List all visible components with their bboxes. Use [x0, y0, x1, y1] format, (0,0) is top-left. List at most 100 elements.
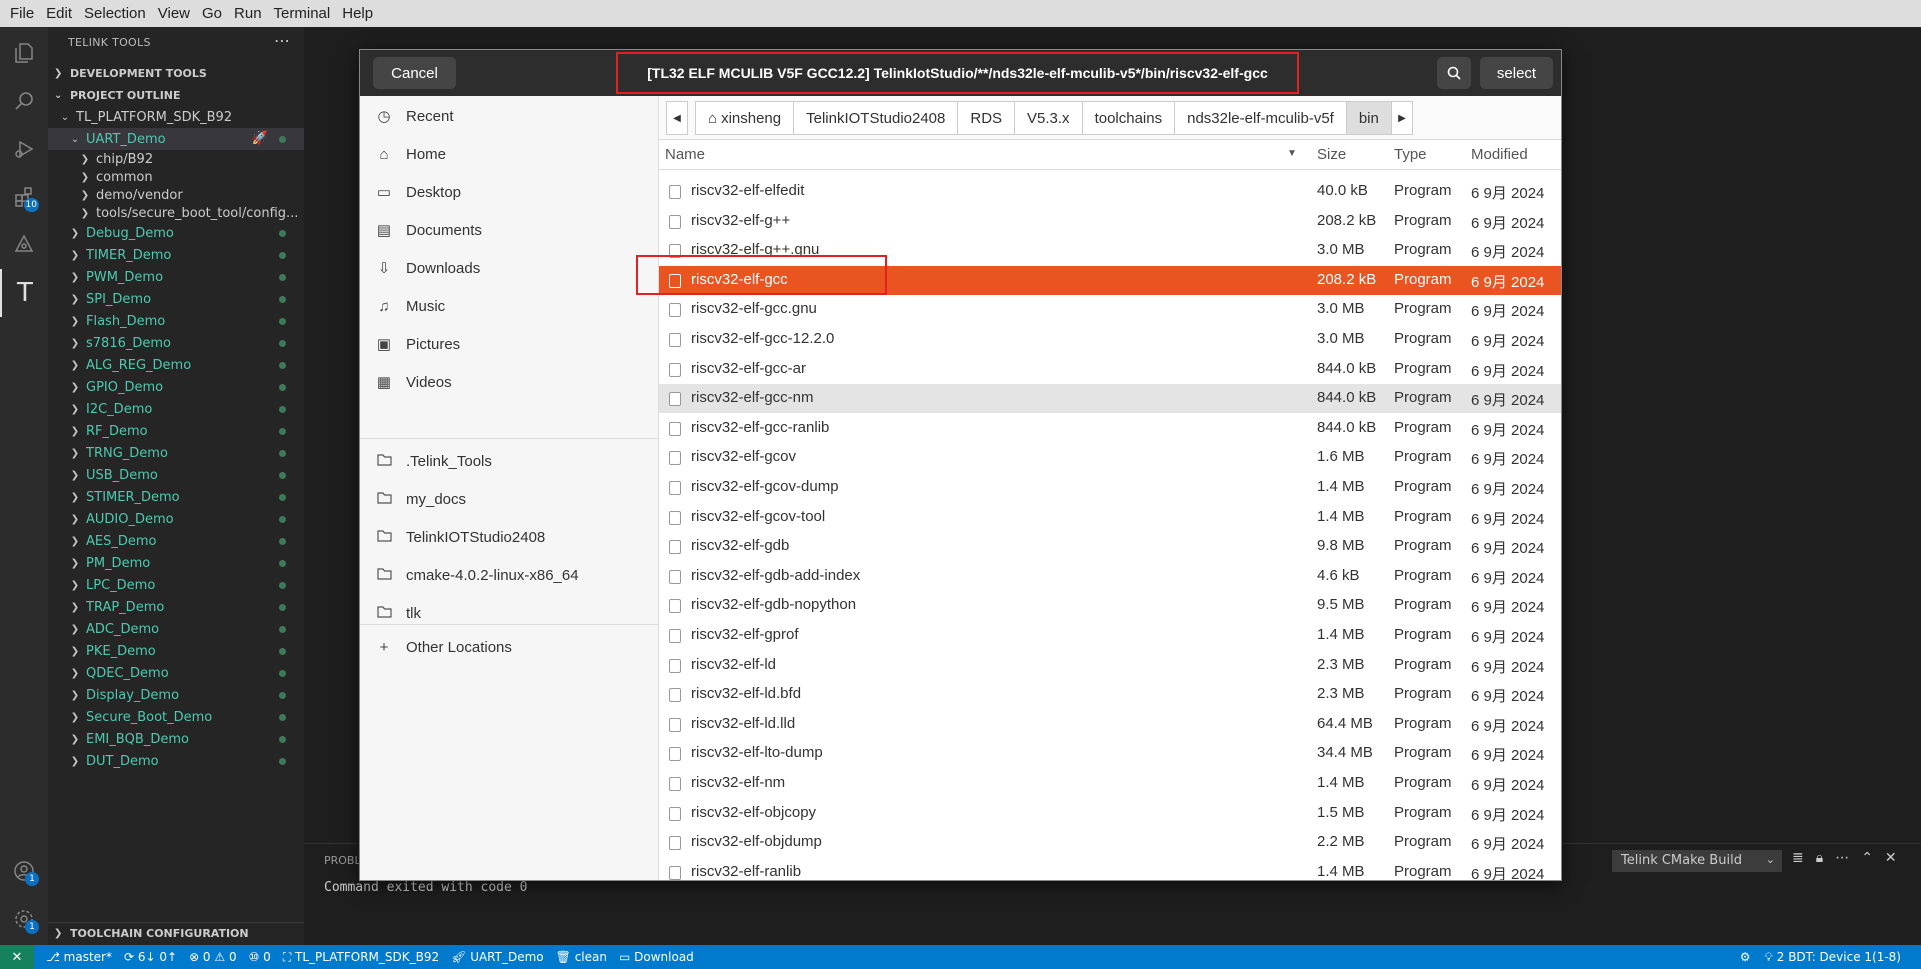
tree-item-demo[interactable]: ❯ QDEC_Demo — [48, 662, 304, 684]
section-development-tools[interactable]: ❯ DEVELOPMENT TOOLS — [48, 62, 304, 84]
file-row[interactable]: riscv32-elf-gcov 1.6 MB Program 6 9月 2024 — [659, 443, 1561, 472]
file-row[interactable]: riscv32-elf-gcc-ar 844.0 kB Program 6 9月 20… — [659, 355, 1561, 384]
file-row[interactable]: riscv32-elf-gcc.gnu 3.0 MB Program 6 9月 202… — [659, 295, 1561, 324]
tree-item-demo[interactable]: ❯ RF_Demo — [48, 420, 304, 442]
file-row[interactable]: riscv32-elf-gdb-add-index 4.6 kB Program 6 … — [659, 562, 1561, 591]
lock-icon[interactable]: 🔒︎ — [1816, 850, 1823, 866]
task-select[interactable]: Telink CMake Build ⌄ — [1612, 850, 1782, 872]
cancel-button[interactable]: Cancel — [373, 57, 456, 89]
place-downloads[interactable]: ⇩ Downloads — [360, 249, 659, 287]
remote-icon[interactable]: ✕ — [0, 945, 34, 969]
breadcrumb-item[interactable]: toolchains — [1083, 102, 1176, 134]
gear-icon[interactable]: 1 — [0, 895, 48, 943]
bookmark-item[interactable]: my_docs — [360, 480, 659, 518]
file-row[interactable]: riscv32-elf-nm 1.4 MB Program 6 9月 2024 — [659, 769, 1561, 798]
file-row[interactable]: riscv32-elf-elfedit 40.0 kB Program 6 9月 20… — [659, 177, 1561, 206]
telink-icon[interactable]: T — [0, 269, 48, 317]
bookmark-item[interactable]: .Telink_Tools — [360, 442, 659, 480]
section-toolchain-configuration[interactable]: ❯ TOOLCHAIN CONFIGURATION — [48, 922, 304, 944]
files-icon[interactable] — [0, 29, 48, 77]
tree-item-demo[interactable]: ❯ ADC_Demo — [48, 618, 304, 640]
section-project-outline[interactable]: ⌄ PROJECT OUTLINE — [48, 84, 304, 106]
tree-item-folder[interactable]: ❯ common — [48, 168, 304, 186]
tree-item-demo[interactable]: ❯ s7816_Demo — [48, 332, 304, 354]
bookmark-item[interactable]: TelinkIOTStudio2408 — [360, 518, 659, 556]
place-videos[interactable]: ▦ Videos — [360, 363, 659, 401]
rocket-icon[interactable]: 🚀 — [252, 131, 268, 146]
broadcast-icon[interactable]: ⚙ — [1740, 950, 1751, 964]
column-name[interactable]: Name — [665, 146, 705, 163]
select-button[interactable]: select — [1480, 57, 1553, 89]
breadcrumb-item[interactable]: bin — [1346, 102, 1391, 134]
file-row[interactable]: riscv32-elf-ld 2.3 MB Program 6 9月 2024 — [659, 651, 1561, 680]
place-other-locations[interactable]: + Other Locations — [360, 628, 659, 666]
file-row[interactable]: riscv32-elf-objcopy 1.5 MB Program 6 9月 202… — [659, 799, 1561, 828]
tree-item-demo[interactable]: ❯ PM_Demo — [48, 552, 304, 574]
tree-item-demo[interactable]: ❯ Debug_Demo — [48, 222, 304, 244]
search-icon[interactable] — [0, 77, 48, 125]
tree-item-demo[interactable]: ❯ PKE_Demo — [48, 640, 304, 662]
file-row[interactable]: riscv32-elf-ranlib 1.4 MB Program 6 9月 2024 — [659, 858, 1561, 880]
breadcrumb-item[interactable]: nds32le-elf-mculib-v5f — [1175, 102, 1347, 134]
run-debug-icon[interactable] — [0, 125, 48, 173]
more-actions-icon[interactable]: ⋯ — [1835, 850, 1849, 866]
place-music[interactable]: ♫ Music — [360, 287, 659, 325]
search-button[interactable] — [1437, 57, 1471, 89]
file-row[interactable]: riscv32-elf-gcov-dump 1.4 MB Program 6 9月 2… — [659, 473, 1561, 502]
tree-item-sdk[interactable]: ⌄ TL_PLATFORM_SDK_B92 — [48, 106, 304, 128]
status-problems[interactable]: ⊗ 0 ⚠ 0 — [189, 950, 237, 964]
extensions-icon[interactable]: 10 — [0, 173, 48, 221]
close-icon[interactable]: ✕ — [1885, 850, 1897, 866]
breadcrumb-item[interactable]: ⌂ xinsheng — [696, 102, 795, 134]
clear-output-icon[interactable]: ≣ — [1792, 850, 1804, 866]
place-documents[interactable]: ▤ Documents — [360, 211, 659, 249]
tree-item-demo[interactable]: ❯ PWM_Demo — [48, 266, 304, 288]
maximize-panel-icon[interactable]: ⌃ — [1861, 850, 1873, 866]
tree-item-demo[interactable]: ❯ AUDIO_Demo — [48, 508, 304, 530]
file-row[interactable]: riscv32-elf-gcc-nm 844.0 kB Program 6 9月 20… — [659, 384, 1561, 414]
file-row[interactable]: riscv32-elf-ld.lld 64.4 MB Program 6 9月 202… — [659, 710, 1561, 739]
menu-terminal[interactable]: Terminal — [268, 5, 337, 22]
column-modified[interactable]: Modified — [1471, 146, 1528, 163]
file-row[interactable]: riscv32-elf-objdump 2.2 MB Program 6 9月 202… — [659, 828, 1561, 857]
status-download[interactable]: ▭ Download — [619, 950, 694, 964]
tree-item-folder[interactable]: ❯ chip/B92 — [48, 150, 304, 168]
tree-item-demo[interactable]: ❯ EMI_BQB_Demo — [48, 728, 304, 750]
tree-item-demo[interactable]: ❯ SPI_Demo — [48, 288, 304, 310]
tree-item-demo[interactable]: ❯ TIMER_Demo — [48, 244, 304, 266]
file-row[interactable]: riscv32-elf-lto-dump 34.4 MB Program 6 9月 2… — [659, 739, 1561, 768]
status-project[interactable]: ⛶ TL_PLATFORM_SDK_B92 — [283, 950, 439, 965]
tree-item-demo[interactable]: ❯ I2C_Demo — [48, 398, 304, 420]
menu-run[interactable]: Run — [228, 5, 268, 22]
forward-arrow-icon[interactable]: ▶ — [1391, 101, 1413, 135]
file-row[interactable]: riscv32-elf-gdb 9.8 MB Program 6 9月 2024 — [659, 532, 1561, 561]
tree-item-demo[interactable]: ❯ AES_Demo — [48, 530, 304, 552]
tree-item-demo[interactable]: ❯ USB_Demo — [48, 464, 304, 486]
source-control-icon[interactable] — [0, 221, 48, 269]
menu-edit[interactable]: Edit — [40, 5, 78, 22]
bookmark-item[interactable]: tlk — [360, 594, 659, 632]
place-home[interactable]: ⌂ Home — [360, 135, 659, 173]
breadcrumb-item[interactable]: TelinkIOTStudio2408 — [794, 102, 959, 134]
tree-item-demo[interactable]: ❯ ALG_REG_Demo — [48, 354, 304, 376]
column-type[interactable]: Type — [1394, 146, 1427, 163]
column-size[interactable]: Size — [1317, 146, 1346, 163]
tree-item-demo[interactable]: ❯ Secure_Boot_Demo — [48, 706, 304, 728]
place-pictures[interactable]: ▣ Pictures — [360, 325, 659, 363]
status-clean[interactable]: 🗑︎ clean — [556, 950, 607, 964]
file-row[interactable]: riscv32-elf-gcc-12.2.0 3.0 MB Program 6 9月 … — [659, 325, 1561, 354]
bookmark-item[interactable]: cmake-4.0.2-linux-x86_64 — [360, 556, 659, 594]
file-row[interactable]: riscv32-elf-gprof 1.4 MB Program 6 9月 2024 — [659, 621, 1561, 650]
tree-item-demo[interactable]: ❯ LPC_Demo — [48, 574, 304, 596]
tree-item-uart-demo[interactable]: ⌄ UART_Demo 🚀 — [48, 128, 304, 150]
file-row[interactable]: riscv32-elf-gdb-nopython 9.5 MB Program 6 9… — [659, 591, 1561, 620]
account-icon[interactable]: 1 — [0, 847, 48, 895]
status-sync[interactable]: ⟳ 6↓ 0↑ — [124, 950, 177, 964]
status-device[interactable]: 💡︎ 2 BDT: Device 1(1-8) — [1765, 950, 1901, 965]
tree-item-demo[interactable]: ❯ TRAP_Demo — [48, 596, 304, 618]
more-actions-icon[interactable]: ⋯ — [274, 31, 290, 50]
panel-tab-problems[interactable]: PROBL — [324, 854, 361, 867]
tree-item-demo[interactable]: ❯ STIMER_Demo — [48, 486, 304, 508]
file-row[interactable]: riscv32-elf-gcov-tool 1.4 MB Program 6 9月 2… — [659, 503, 1561, 532]
back-arrow-icon[interactable]: ◀ — [666, 101, 688, 135]
